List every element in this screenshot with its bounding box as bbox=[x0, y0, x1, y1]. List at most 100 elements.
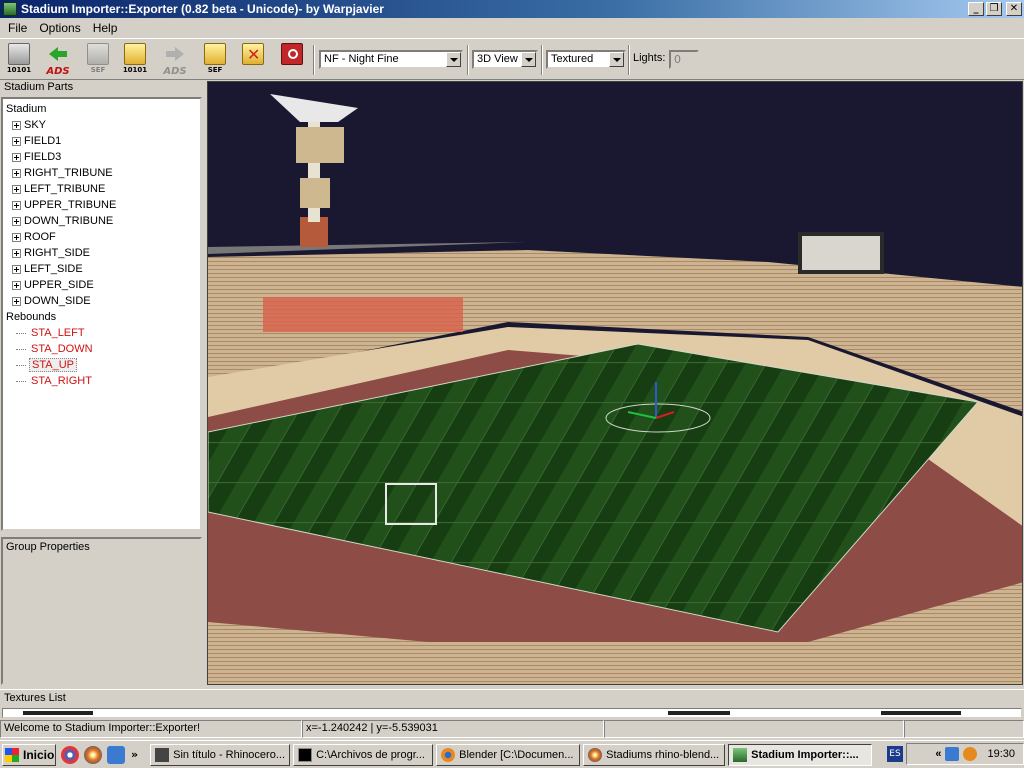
start-button[interactable]: Inicio bbox=[2, 743, 56, 766]
firefox-icon[interactable] bbox=[84, 745, 102, 764]
tree-root-stadium[interactable]: Stadium bbox=[6, 101, 200, 117]
tree-item-label: SKY bbox=[24, 119, 47, 131]
render-mode-select[interactable]: Textured bbox=[546, 50, 626, 69]
task-label: Stadium Importer::... bbox=[751, 748, 859, 761]
title-bar[interactable]: Stadium Importer::Exporter (0.82 beta - … bbox=[0, 0, 1024, 18]
tree-rebounds-label: Rebounds bbox=[6, 311, 57, 323]
tree-item-sta-down[interactable]: STA_DOWN bbox=[6, 341, 200, 357]
close-button[interactable]: ✕ bbox=[1006, 2, 1022, 16]
app-icon bbox=[3, 2, 17, 16]
tree-connector bbox=[16, 364, 26, 366]
task-firefox[interactable]: Stadiums rhino-blend... bbox=[583, 743, 726, 766]
torch-panel bbox=[300, 178, 330, 208]
tray-chevron-icon[interactable]: « bbox=[935, 748, 941, 760]
expand-plus-icon[interactable] bbox=[12, 280, 21, 290]
tree-item-down_tribune[interactable]: DOWN_TRIBUNE bbox=[6, 213, 200, 229]
exit-button[interactable] bbox=[276, 43, 308, 77]
tree-item-right_tribune[interactable]: RIGHT_TRIBUNE bbox=[6, 165, 200, 181]
import-ads-button[interactable]: ADS bbox=[42, 43, 74, 77]
export-sef-button[interactable]: SEF bbox=[199, 43, 231, 77]
tree-item-label: RIGHT_SIDE bbox=[24, 247, 91, 259]
task-label: Sin título - Rhinocero... bbox=[173, 748, 285, 761]
task-cmd[interactable]: C:\Archivos de progr... bbox=[293, 743, 434, 766]
expand-plus-icon[interactable] bbox=[12, 136, 21, 146]
stadium-render[interactable] bbox=[208, 82, 1023, 685]
quicklaunch-chevron-icon[interactable]: » bbox=[131, 748, 138, 761]
texture-thumb[interactable] bbox=[881, 711, 961, 715]
tree-root-rebounds[interactable]: Rebounds bbox=[6, 309, 200, 325]
tree-item-sta-left[interactable]: STA_LEFT bbox=[6, 325, 200, 341]
expand-plus-icon[interactable] bbox=[12, 152, 21, 162]
import-sef-caption: SEF bbox=[90, 66, 106, 74]
network-icon[interactable] bbox=[945, 747, 960, 761]
chevron-down-icon[interactable] bbox=[446, 52, 461, 67]
expand-plus-icon[interactable] bbox=[12, 296, 21, 306]
tree-item-sta-up[interactable]: STA_UP bbox=[6, 357, 200, 373]
expand-plus-icon[interactable] bbox=[12, 200, 21, 210]
system-tray: « 19:30 bbox=[906, 743, 1024, 765]
tree-item-roof[interactable]: ROOF bbox=[6, 229, 200, 245]
expand-plus-icon[interactable] bbox=[12, 216, 21, 226]
tree-item-field3[interactable]: FIELD3 bbox=[6, 149, 200, 165]
tree-item-upper_tribune[interactable]: UPPER_TRIBUNE bbox=[6, 197, 200, 213]
expand-plus-icon[interactable] bbox=[12, 168, 21, 178]
task-rhinoceros[interactable]: Sin título - Rhinocero... bbox=[150, 743, 291, 766]
tree-item-upper_side[interactable]: UPPER_SIDE bbox=[6, 277, 200, 293]
lights-input: 0 bbox=[669, 50, 699, 69]
tree-item-label: STA_UP bbox=[29, 358, 77, 372]
tree-item-right_side[interactable]: RIGHT_SIDE bbox=[6, 245, 200, 261]
security-icon[interactable] bbox=[963, 747, 978, 761]
tree-item-left_side[interactable]: LEFT_SIDE bbox=[6, 261, 200, 277]
tree-root-label: Stadium bbox=[6, 103, 47, 115]
tree-item-sky[interactable]: SKY bbox=[6, 117, 200, 133]
disk-grey-icon bbox=[87, 43, 109, 65]
lighting-select[interactable]: NF - Night Fine bbox=[319, 50, 463, 69]
tree-item-down_side[interactable]: DOWN_SIDE bbox=[6, 293, 200, 309]
ie-icon[interactable] bbox=[107, 745, 125, 764]
expand-plus-icon[interactable] bbox=[12, 120, 21, 130]
expand-plus-icon[interactable] bbox=[12, 184, 21, 194]
expand-plus-icon[interactable] bbox=[12, 232, 21, 242]
import-sef-button[interactable]: SEF bbox=[82, 43, 114, 77]
menu-file[interactable]: File bbox=[2, 21, 33, 35]
folder-icon bbox=[204, 43, 226, 65]
window-controls: _ ❐ ✕ bbox=[968, 2, 1022, 16]
tree-connector bbox=[16, 332, 26, 334]
expand-plus-icon[interactable] bbox=[12, 248, 21, 258]
menu-options[interactable]: Options bbox=[33, 21, 86, 35]
language-indicator[interactable]: ES bbox=[887, 746, 903, 762]
menu-help[interactable]: Help bbox=[87, 21, 124, 35]
export-ads-button[interactable]: ADS bbox=[159, 43, 191, 77]
ad-banner bbox=[263, 297, 463, 332]
chrome-icon[interactable] bbox=[61, 745, 79, 764]
chevron-down-icon[interactable] bbox=[521, 52, 536, 67]
lighting-select-value: NF - Night Fine bbox=[324, 53, 399, 65]
tree-item-sta-right[interactable]: STA_RIGHT bbox=[6, 373, 200, 389]
power-icon bbox=[281, 43, 303, 65]
folder-delete-icon bbox=[242, 43, 264, 65]
status-panel-4 bbox=[904, 720, 1024, 738]
export-bin-button[interactable]: 10101 bbox=[119, 43, 151, 77]
import-bin-button[interactable]: 10101 bbox=[3, 43, 35, 77]
textures-strip[interactable] bbox=[2, 708, 1022, 718]
chevron-down-icon[interactable] bbox=[609, 52, 624, 67]
maximize-button[interactable]: ❐ bbox=[986, 2, 1002, 16]
tree-connector bbox=[16, 380, 26, 382]
expand-plus-icon[interactable] bbox=[12, 264, 21, 274]
toolbar-separator bbox=[467, 45, 469, 75]
task-blender[interactable]: Blender [C:\Documen... bbox=[436, 743, 581, 766]
rhino-icon bbox=[155, 747, 170, 762]
stadium-parts-tree[interactable]: Stadium SKY FIELD1 FIELD3 RIGHT_TRIBUNE LEFT… bbox=[1, 97, 202, 531]
view-select[interactable]: 3D View bbox=[472, 50, 538, 69]
delete-button[interactable] bbox=[237, 43, 269, 77]
minimize-button[interactable]: _ bbox=[968, 2, 984, 16]
taskbar: Inicio » Sin título - Rhinocero... C:\Ar… bbox=[0, 740, 1024, 768]
task-stadium-importer[interactable]: Stadium Importer::... bbox=[728, 743, 873, 766]
tree-item-left_tribune[interactable]: LEFT_TRIBUNE bbox=[6, 181, 200, 197]
3d-viewport[interactable] bbox=[207, 81, 1023, 685]
render-mode-select-value: Textured bbox=[551, 53, 594, 65]
texture-thumb[interactable] bbox=[23, 711, 93, 715]
texture-thumb[interactable] bbox=[668, 711, 730, 715]
tree-item-field1[interactable]: FIELD1 bbox=[6, 133, 200, 149]
app-window: Stadium Importer::Exporter (0.82 beta - … bbox=[0, 0, 1024, 768]
